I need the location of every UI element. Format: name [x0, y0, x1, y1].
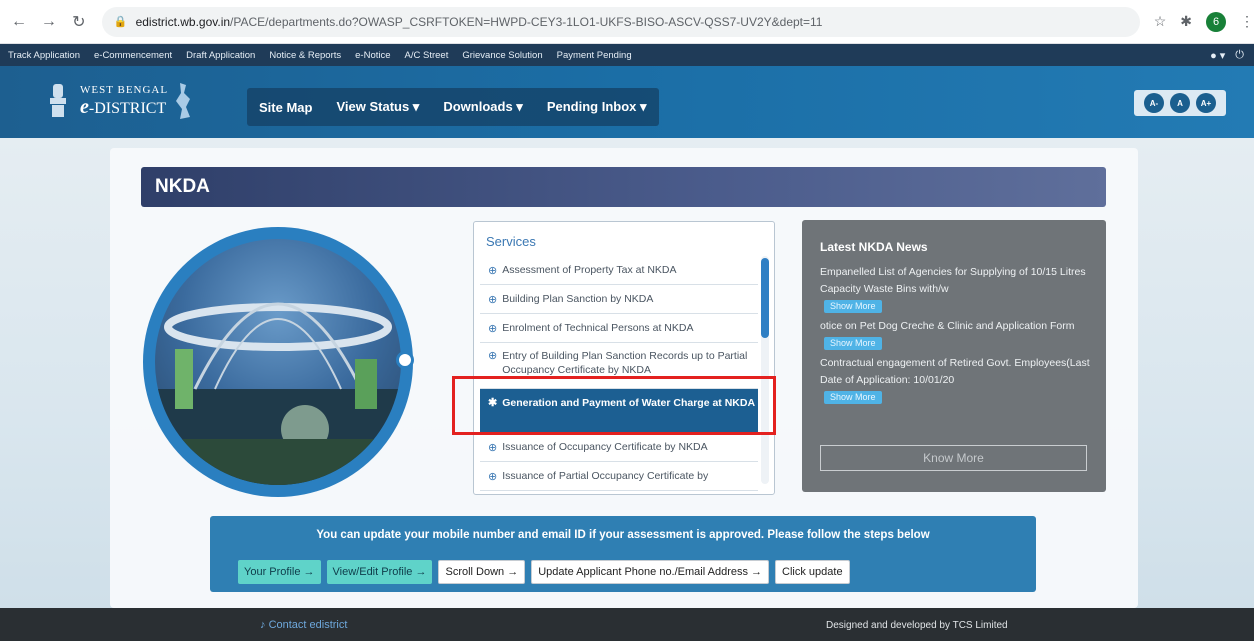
- power-icon[interactable]: ⏻: [1235, 49, 1244, 62]
- logo-district: -DISTRICT: [88, 99, 167, 117]
- news-text: Empanelled List of Agencies for Supplyin…: [820, 266, 1086, 295]
- service-label: Issuance of Occupancy Certificate by NKD…: [502, 441, 708, 453]
- plus-icon: ⊕: [488, 350, 498, 362]
- service-label: Enrolment of Technical Persons at NKDA: [502, 322, 694, 334]
- nav-downloads[interactable]: Downloads ▾: [431, 99, 534, 115]
- util-link[interactable]: Notice & Reports: [269, 50, 341, 61]
- utility-bar: Track Application e-Commencement Draft A…: [0, 44, 1254, 66]
- nav-pending-inbox[interactable]: Pending Inbox ▾: [535, 99, 659, 115]
- service-label: Entry of Building Plan Sanction Records …: [502, 350, 748, 376]
- service-item[interactable]: ⊕ Enrolment of Technical Persons at NKDA: [480, 314, 758, 343]
- util-link[interactable]: Draft Application: [186, 50, 255, 61]
- footer-credit: Designed and developed by TCS Limited: [826, 620, 1008, 631]
- font-increase-button[interactable]: A+: [1196, 93, 1216, 113]
- service-label: Assessment of Property Tax at NKDA: [502, 264, 677, 276]
- click-update-button[interactable]: Click update: [775, 560, 850, 584]
- service-label: Building Plan Sanction by NKDA: [502, 293, 654, 305]
- plus-icon: ⊕: [488, 441, 498, 454]
- news-text: otice on Pet Dog Creche & Clinic and App…: [820, 320, 1075, 332]
- scroll-down-button[interactable]: Scroll Down →: [438, 560, 526, 584]
- url-host: edistrict.wb.gov.in: [135, 14, 231, 29]
- reload-icon[interactable]: ↻: [68, 11, 90, 33]
- logo-state: WEST BENGAL: [80, 83, 169, 96]
- browser-toolbar: ← → ↻ 🔒 edistrict.wb.gov.in /PACE/depart…: [0, 0, 1254, 44]
- back-icon[interactable]: ←: [8, 11, 30, 33]
- services-scroll-thumb[interactable]: [761, 258, 769, 338]
- nav-view-status[interactable]: View Status ▾: [324, 99, 431, 115]
- update-phone-email-button[interactable]: Update Applicant Phone no./Email Address…: [531, 560, 770, 584]
- site-footer: ♪ Contact edistrict Designed and develop…: [0, 608, 1254, 641]
- page-title-bar: NKDA: [141, 167, 1106, 207]
- site-logo[interactable]: WEST BENGAL e-DISTRICT: [46, 78, 226, 124]
- news-item[interactable]: otice on Pet Dog Creche & Clinic and App…: [820, 318, 1090, 352]
- util-link[interactable]: e-Notice: [355, 50, 390, 61]
- map-icon: [176, 83, 191, 119]
- plus-icon: ⊕: [488, 293, 498, 306]
- url-path: /PACE/departments.do?OWASP_CSRFTOKEN=HWP…: [230, 14, 823, 29]
- font-size-controls: A- A A+: [1134, 90, 1226, 116]
- util-link[interactable]: Grievance Solution: [462, 50, 542, 61]
- util-link[interactable]: A/C Street: [405, 50, 449, 61]
- util-link[interactable]: Payment Pending: [557, 50, 632, 61]
- emblem-icon: [46, 81, 70, 121]
- nkda-photo: [155, 239, 401, 485]
- user-icon[interactable]: ● ▾: [1210, 49, 1225, 62]
- show-more-button[interactable]: Show More: [824, 391, 882, 404]
- services-title: Services: [486, 234, 536, 249]
- news-item[interactable]: Empanelled List of Agencies for Supplyin…: [820, 264, 1090, 315]
- font-decrease-button[interactable]: A-: [1144, 93, 1164, 113]
- forward-icon[interactable]: →: [38, 11, 60, 33]
- your-profile-button[interactable]: Your Profile →: [238, 560, 321, 584]
- star-icon[interactable]: ☆: [1154, 13, 1167, 30]
- plus-icon: ⊕: [488, 264, 498, 277]
- update-text: You can update your mobile number and em…: [316, 529, 930, 541]
- service-item[interactable]: ⊕ Issuance of Partial Occupancy Certifica…: [480, 462, 758, 491]
- highlight-annotation: [452, 376, 776, 435]
- carousel-dot[interactable]: [396, 351, 414, 369]
- extensions-icon[interactable]: ✱: [1180, 13, 1192, 30]
- contact-link[interactable]: ♪ Contact edistrict: [260, 619, 347, 631]
- news-panel: Latest NKDA News Empanelled List of Agen…: [802, 220, 1106, 492]
- service-item[interactable]: ⊕ Assessment of Property Tax at NKDA: [480, 256, 758, 285]
- menu-icon[interactable]: ⋮: [1240, 13, 1254, 30]
- profile-avatar[interactable]: 6: [1206, 11, 1226, 32]
- page-title: NKDA: [155, 176, 210, 197]
- site-header: WEST BENGAL e-DISTRICT Site Map View Sta…: [0, 66, 1254, 138]
- nav-site-map[interactable]: Site Map: [247, 100, 324, 115]
- service-item[interactable]: ⊕ Building Plan Sanction by NKDA: [480, 285, 758, 314]
- update-instructions: You can update your mobile number and em…: [210, 516, 1036, 592]
- know-more-button[interactable]: Know More: [820, 445, 1087, 471]
- service-label: Issuance of Partial Occupancy Certificat…: [502, 470, 709, 482]
- util-link[interactable]: Track Application: [8, 50, 80, 61]
- logo-e: e: [80, 95, 89, 118]
- plus-icon: ⊕: [488, 322, 498, 335]
- lock-icon: 🔒: [113, 16, 128, 28]
- services-list: ⊕ Assessment of Property Tax at NKDA ⊕ Bui…: [480, 256, 758, 491]
- util-link[interactable]: e-Commencement: [94, 50, 172, 61]
- news-title: Latest NKDA News: [820, 240, 928, 254]
- service-item[interactable]: ⊕ Issuance of Occupancy Certificate by NK…: [480, 433, 758, 462]
- main-nav: Site Map View Status ▾ Downloads ▾ Pendi…: [247, 88, 659, 126]
- services-panel: Services ⊕ Assessment of Property Tax at …: [473, 221, 775, 495]
- font-reset-button[interactable]: A: [1170, 93, 1190, 113]
- show-more-button[interactable]: Show More: [824, 337, 882, 350]
- address-bar[interactable]: 🔒 edistrict.wb.gov.in /PACE/departments.…: [101, 6, 1140, 37]
- news-list: Empanelled List of Agencies for Supplyin…: [820, 264, 1090, 406]
- show-more-button[interactable]: Show More: [824, 300, 882, 313]
- plus-icon: ⊕: [488, 470, 498, 483]
- view-edit-profile-button[interactable]: View/Edit Profile →: [326, 560, 433, 584]
- news-item[interactable]: Contractual engagement of Retired Govt. …: [820, 355, 1090, 406]
- news-text: Contractual engagement of Retired Govt. …: [820, 357, 1090, 386]
- contact-link-label: Contact edistrict: [268, 619, 348, 631]
